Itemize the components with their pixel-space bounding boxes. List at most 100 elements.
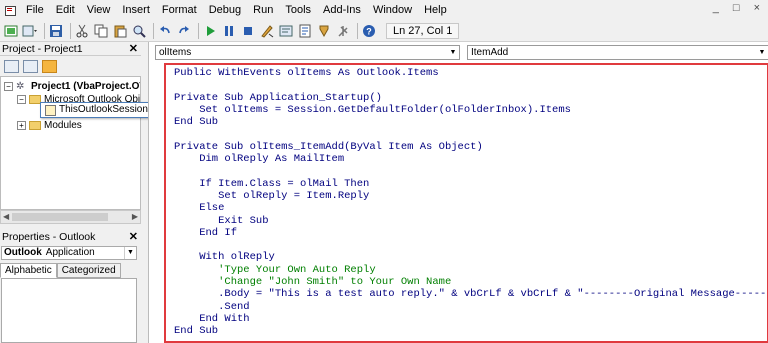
vba-app-icon[interactable] [4, 4, 16, 16]
chevron-down-icon[interactable]: ▼ [756, 46, 768, 59]
toolbar-separator [70, 22, 71, 39]
toggle-folders-icon[interactable] [42, 59, 57, 73]
project-pane-toolbar [0, 56, 141, 76]
find-icon[interactable] [131, 23, 147, 39]
project-tree-hscrollbar[interactable]: ◀ ▶ [0, 210, 141, 224]
copy-icon[interactable] [93, 23, 109, 39]
minimize-button[interactable]: _ [713, 2, 719, 14]
menu-tools[interactable]: Tools [279, 0, 317, 20]
tree-item-this-outlook-session[interactable]: ThisOutlookSession [40, 102, 152, 118]
reset-icon[interactable] [240, 23, 256, 39]
insert-module-icon[interactable] [22, 23, 38, 39]
scroll-left-icon[interactable]: ◀ [3, 211, 9, 223]
properties-object-name: Outlook [4, 247, 42, 258]
cut-icon[interactable] [74, 23, 90, 39]
code-line[interactable]: If Item.Class = olMail Then [174, 178, 767, 190]
chevron-down-icon[interactable]: ▼ [447, 46, 459, 59]
code-line[interactable]: Else [174, 202, 767, 214]
menu-view[interactable]: View [81, 0, 117, 20]
code-line[interactable] [174, 165, 767, 177]
menu-help[interactable]: Help [418, 0, 453, 20]
close-button[interactable]: × [754, 2, 760, 14]
project-pane-title-text: Project - Project1 [2, 43, 83, 55]
code-line[interactable]: With olReply [174, 251, 767, 263]
properties-object-select[interactable]: Outlook Application ▼ [1, 246, 137, 260]
code-line[interactable] [174, 239, 767, 251]
menu-insert[interactable]: Insert [116, 0, 156, 20]
code-line[interactable]: Private Sub olItems_ItemAdd(ByVal Item A… [174, 141, 767, 153]
tree-item-label: Modules [44, 120, 82, 131]
menu-bar: File Edit View Insert Format Debug Run T… [0, 0, 768, 20]
tree-item-modules[interactable]: + Modules [17, 119, 82, 132]
code-editor[interactable]: Public WithEvents olItems As Outlook.Ite… [164, 63, 768, 343]
window-controls: _ □ × [713, 2, 760, 14]
standard-toolbar: ? Ln 27, Col 1 [0, 20, 768, 42]
properties-object-type: Application [45, 247, 95, 258]
run-icon[interactable] [202, 23, 218, 39]
properties-tabs: Alphabetic Categorized [0, 263, 141, 278]
properties-pane-title: Properties - Outlook ✕ [0, 230, 141, 244]
view-object-icon[interactable] [23, 59, 38, 73]
save-icon[interactable] [48, 23, 64, 39]
collapse-icon[interactable]: − [4, 82, 13, 91]
code-line[interactable]: End If [174, 227, 767, 239]
menu-run[interactable]: Run [247, 0, 279, 20]
chevron-down-icon[interactable]: ▼ [124, 247, 136, 259]
toolbar-separator [44, 22, 45, 39]
code-line[interactable]: Exit Sub [174, 215, 767, 227]
cursor-position-indicator: Ln 27, Col 1 [386, 22, 460, 39]
toolbar-separator [153, 22, 154, 39]
help-icon[interactable]: ? [361, 23, 377, 39]
toolbar-separator [198, 22, 199, 39]
break-icon[interactable] [221, 23, 237, 39]
undo-icon[interactable] [157, 23, 173, 39]
menu-file[interactable]: File [20, 0, 50, 20]
expand-icon[interactable]: + [17, 121, 26, 130]
redo-icon[interactable] [176, 23, 192, 39]
code-line[interactable]: Dim olReply As MailItem [174, 153, 767, 165]
code-line[interactable] [174, 128, 767, 140]
procedure-combo[interactable]: ItemAdd ▼ [467, 45, 768, 60]
menu-window[interactable]: Window [367, 0, 418, 20]
paste-icon[interactable] [112, 23, 128, 39]
view-host-app-icon[interactable] [3, 23, 19, 39]
menu-debug[interactable]: Debug [203, 0, 247, 20]
code-line[interactable]: Set olItems = Session.GetDefaultFolder(o… [174, 104, 767, 116]
properties-pane-close-icon[interactable]: ✕ [129, 230, 138, 244]
code-line[interactable]: Set olReply = Item.Reply [174, 190, 767, 202]
toolbox-icon[interactable] [335, 23, 351, 39]
code-line[interactable]: 'Change "John Smith" to Your Own Name [174, 276, 767, 288]
collapse-icon[interactable]: − [17, 95, 26, 104]
object-combo-value: olItems [159, 47, 192, 58]
tree-item-project[interactable]: − ✲ Project1 (VbaProject.OT [4, 80, 140, 93]
code-line[interactable] [174, 79, 767, 91]
design-mode-icon[interactable] [259, 23, 275, 39]
code-line[interactable]: End Sub [174, 325, 767, 337]
project-pane-close-icon[interactable]: ✕ [129, 42, 138, 56]
restore-button[interactable]: □ [733, 2, 740, 14]
object-combo[interactable]: olItems ▼ [155, 45, 460, 60]
code-line[interactable]: .Send [174, 301, 767, 313]
menu-edit[interactable]: Edit [50, 0, 81, 20]
properties-grid[interactable] [1, 278, 137, 343]
tab-categorized[interactable]: Categorized [56, 263, 121, 278]
code-line[interactable]: .Body = "This is a test auto reply." & v… [174, 288, 767, 300]
tab-alphabetic[interactable]: Alphabetic [0, 263, 57, 278]
properties-pane-title-text: Properties - Outlook [2, 231, 96, 243]
properties-window-icon[interactable] [297, 23, 313, 39]
code-line[interactable]: Public WithEvents olItems As Outlook.Ite… [174, 67, 767, 79]
object-browser-icon[interactable] [316, 23, 332, 39]
code-line[interactable]: End Sub [174, 116, 767, 128]
menu-add-ins[interactable]: Add-Ins [317, 0, 367, 20]
scroll-thumb[interactable] [12, 213, 108, 221]
code-line[interactable]: End With [174, 313, 767, 325]
scroll-right-icon[interactable]: ▶ [132, 211, 138, 223]
code-line[interactable]: Private Sub Application_Startup() [174, 92, 767, 104]
project-pane-title: Project - Project1 ✕ [0, 42, 141, 56]
procedure-combo-value: ItemAdd [471, 47, 509, 58]
project-explorer-icon[interactable] [278, 23, 294, 39]
code-line[interactable]: 'Type Your Own Auto Reply [174, 264, 767, 276]
menu-format[interactable]: Format [156, 0, 203, 20]
view-code-icon[interactable] [4, 59, 19, 73]
folder-icon [29, 121, 41, 130]
